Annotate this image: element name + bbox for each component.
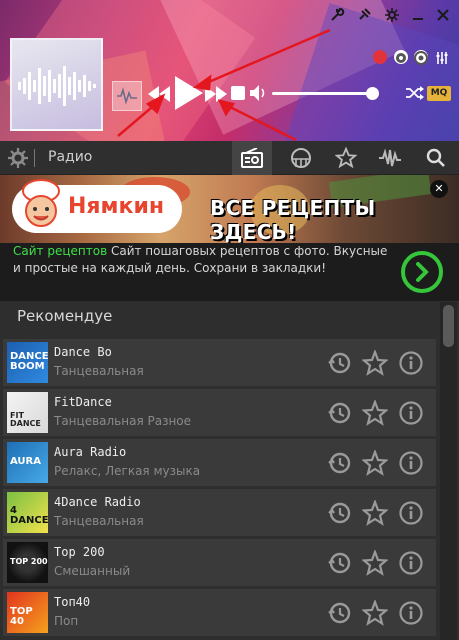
station-logo: DANCE BOOM [7, 342, 48, 383]
station-row[interactable]: TOP 40 Топ40 Поп [3, 589, 436, 636]
tab-equalizer[interactable] [370, 141, 410, 175]
search-icon [426, 148, 445, 167]
ad-headline[interactable]: ВСЕ РЕЦЕПТЫ ЗДЕСЬ! [210, 196, 459, 244]
star-icon[interactable] [362, 450, 388, 476]
station-logo: TOP 200 [7, 542, 48, 583]
star-icon[interactable] [362, 600, 388, 626]
ad-link[interactable]: Сайт рецептов [13, 244, 107, 258]
page-title: Радио [48, 149, 93, 165]
station-row[interactable]: FIT DANCE FitDance Танцевальная Разное [3, 389, 436, 436]
station-row[interactable]: AURA Aura Radio Релакс, Легкая музыка [3, 439, 436, 486]
ad-logo: Нямкин [12, 179, 182, 233]
station-logo: 4 DANCE [7, 492, 48, 533]
star-icon [335, 147, 357, 169]
star-icon[interactable] [362, 350, 388, 376]
station-logo: AURA [7, 442, 48, 483]
station-genre: Танцевальная Разное [54, 414, 192, 428]
star-icon[interactable] [362, 550, 388, 576]
ad-close-button[interactable]: ✕ [430, 180, 448, 198]
tab-search[interactable] [416, 141, 456, 175]
station-name: 4Dance Radio [54, 495, 141, 509]
station-genre: Поп [54, 614, 79, 628]
gear-icon[interactable] [8, 148, 28, 168]
annotation-arrows [117, 28, 331, 141]
station-name: Dance Bo [54, 345, 112, 359]
section-title: Рекомендуем [17, 307, 113, 325]
station-name: Top 200 [54, 545, 105, 559]
ad-open-button[interactable] [401, 251, 443, 293]
waveform-icon [379, 148, 401, 167]
station-row[interactable]: 4 DANCE 4Dance Radio Танцевальная [3, 489, 436, 536]
ad-description: Сайт рецептов Сайт пошаговых рецептов с … [13, 244, 388, 275]
info-icon[interactable] [398, 550, 424, 576]
history-icon[interactable] [326, 550, 352, 576]
station-genre: Релакс, Легкая музыка [54, 464, 201, 478]
tab-recordings[interactable] [281, 141, 321, 175]
star-icon[interactable] [362, 500, 388, 526]
history-icon[interactable] [326, 350, 352, 376]
station-row[interactable]: TOP 200 Top 200 Смешанный [3, 539, 436, 586]
station-genre: Танцевальная [54, 364, 144, 378]
chef-mascot-icon [22, 179, 60, 227]
scrollbar[interactable] [440, 302, 457, 640]
tab-radio[interactable] [232, 141, 272, 175]
history-icon[interactable] [326, 450, 352, 476]
star-icon[interactable] [362, 400, 388, 426]
info-icon[interactable] [398, 500, 424, 526]
station-name: Aura Radio [54, 445, 127, 459]
station-genre: Танцевальная [54, 514, 144, 528]
history-icon[interactable] [326, 500, 352, 526]
nav-bar: Радио [0, 141, 459, 175]
tab-favorites[interactable] [326, 141, 366, 175]
radio-app-window: MQ Радио Нямкин ВСЕ РЕЦЕПТЫ ЗДЕСЬ! ✕ Сай… [0, 0, 459, 640]
divider [34, 149, 35, 167]
scrollbar-thumb[interactable] [443, 305, 454, 347]
history-icon[interactable] [326, 600, 352, 626]
info-icon[interactable] [398, 600, 424, 626]
radio-icon [241, 148, 263, 168]
recordings-icon [291, 148, 311, 168]
station-logo: TOP 40 [7, 592, 48, 633]
info-icon[interactable] [398, 400, 424, 426]
history-icon[interactable] [326, 400, 352, 426]
player-header: MQ [0, 0, 459, 141]
chevron-right-icon [416, 262, 429, 282]
station-name: Топ40 [54, 595, 91, 609]
ad-text-block[interactable]: Сайт рецептов Сайт пошаговых рецептов с … [0, 243, 459, 301]
info-icon[interactable] [398, 350, 424, 376]
info-icon[interactable] [398, 450, 424, 476]
station-row[interactable]: DANCE BOOM Dance Bo Танцевальная [3, 339, 436, 386]
station-genre: Смешанный [54, 564, 131, 578]
station-logo: FIT DANCE [7, 392, 48, 433]
station-name: FitDance [54, 395, 112, 409]
ad-brand-name: Нямкин [68, 194, 165, 219]
